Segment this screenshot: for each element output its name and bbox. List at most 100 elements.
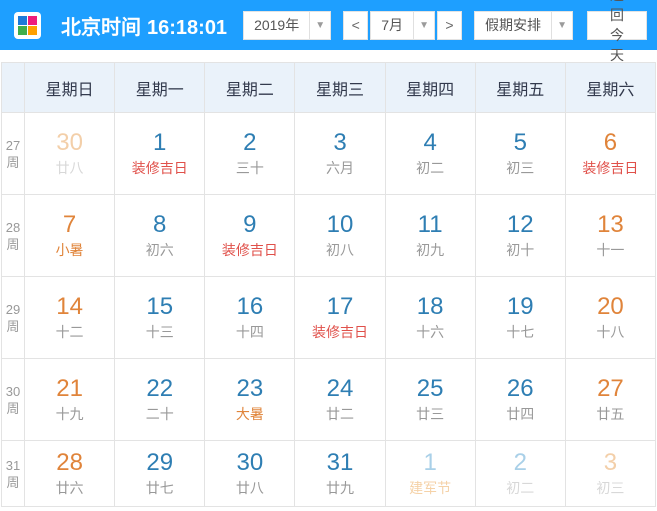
day-subtext: 十二 [55,324,84,340]
day-subtext: 初十 [506,242,535,258]
day-cell[interactable]: 25 廿三 [384,358,476,441]
holiday-select[interactable]: 假期安排 ▼ [474,10,574,40]
calendar-container: 星期日 星期一 星期二 星期三 星期四 星期五 星期六 27 周 30 廿八 1 装修吉日 2 三十 3 六月… [1,62,657,507]
weekday-header: 星期日 [23,62,116,113]
day-cell[interactable]: 6 装修吉日 [564,112,657,195]
day-number: 1 [153,129,167,156]
day-number: 27 [597,375,624,402]
day-number: 10 [326,211,354,238]
day-cell[interactable]: 8 初六 [114,194,206,277]
day-cell[interactable]: 4 初二 [384,112,476,195]
week-number: 31 周 [1,440,25,507]
weekday-header-row: 星期日 星期一 星期二 星期三 星期四 星期五 星期六 [1,62,657,113]
year-select[interactable]: 2019年 ▼ [243,10,332,40]
beijing-time: 北京时间 16:18:01 [61,11,227,40]
day-cell[interactable]: 30 廿八 [23,112,116,195]
day-subtext: 廿七 [145,480,174,496]
day-number: 12 [506,211,534,238]
day-number: 20 [597,293,624,320]
prev-month-button[interactable]: < [343,10,369,40]
day-subtext: 二十 [145,406,174,422]
clock-time: 16:18:01 [147,16,228,39]
day-number: 14 [56,293,83,320]
day-cell[interactable]: 20 十八 [564,276,657,359]
logo-square-blue [18,15,27,25]
day-subtext: 初六 [145,242,174,258]
month-select[interactable]: 7月 ▼ [370,10,436,40]
logo-square-green [18,25,27,35]
day-cell[interactable]: 30 廿八 [204,440,296,507]
day-number: 19 [506,293,534,320]
day-cell[interactable]: 9 装修吉日 [204,194,296,277]
day-number: 5 [513,129,527,156]
day-number: 26 [506,375,534,402]
day-cell[interactable]: 10 初八 [294,194,386,277]
day-cell[interactable]: 1 装修吉日 [114,112,206,195]
day-cell[interactable]: 26 廿四 [474,358,566,441]
day-cell[interactable]: 31 廿九 [294,440,386,507]
next-month-button[interactable]: > [437,10,463,40]
calendar-week-row: 31 周 28 廿六 29 廿七 30 廿八 31 廿九 1 建军节 2 初二 3 初三 [1,440,657,507]
day-cell[interactable]: 16 十四 [204,276,296,359]
day-subtext: 初三 [506,160,535,176]
day-cell[interactable]: 5 初三 [474,112,566,195]
day-cell[interactable]: 15 十三 [114,276,206,359]
day-subtext: 六月 [325,160,354,176]
day-subtext: 廿八 [235,480,264,496]
logo-square-pink [28,15,37,25]
day-cell[interactable]: 3 初三 [564,440,657,507]
day-subtext: 装修吉日 [131,160,188,176]
day-cell[interactable]: 14 十二 [23,276,116,359]
day-cell[interactable]: 13 十一 [564,194,657,277]
day-cell[interactable]: 7 小暑 [23,194,116,277]
week-number: 28 周 [1,194,25,277]
day-cell[interactable]: 28 廿六 [23,440,116,507]
day-cell[interactable]: 23 大暑 [204,358,296,441]
day-subtext: 初二 [416,160,445,176]
chevron-down-icon: ▼ [551,11,572,39]
calendar-week-row: 30 周 21 十九 22 二十 23 大暑 24 廿二 25 廿三 26 廿四 27 廿五 [1,358,657,441]
day-subtext: 廿四 [506,406,535,422]
day-subtext: 初九 [416,242,445,258]
day-subtext: 廿二 [325,406,354,422]
day-subtext: 廿九 [325,480,354,496]
back-to-today-button[interactable]: 返回今天 [587,0,647,63]
day-cell[interactable]: 12 初十 [474,194,566,277]
day-number: 28 [56,449,83,476]
day-cell[interactable]: 1 建军节 [384,440,476,507]
day-cell[interactable]: 24 廿二 [294,358,386,441]
day-subtext: 廿八 [55,160,84,176]
topbar: 北京时间 16:18:01 2019年 ▼ < 7月 ▼ > 假期安排 ▼ 返回今… [0,0,657,63]
day-number: 22 [146,375,174,402]
day-number: 18 [416,293,444,320]
day-cell[interactable]: 29 廿七 [114,440,206,507]
day-cell[interactable]: 18 十六 [384,276,476,359]
calendar-week-row: 27 周 30 廿八 1 装修吉日 2 三十 3 六月 4 初二 5 初三 6 装修吉日 [1,112,657,195]
day-cell[interactable]: 17 装修吉日 [294,276,386,359]
year-select-value: 2019年 [254,17,300,33]
day-number: 24 [326,375,354,402]
day-number: 9 [243,211,257,238]
day-cell[interactable]: 3 六月 [294,112,386,195]
day-cell[interactable]: 22 二十 [114,358,206,441]
day-cell[interactable]: 2 初二 [474,440,566,507]
day-subtext: 十一 [596,242,625,258]
chevron-down-icon: ▼ [413,11,434,39]
day-subtext: 廿五 [596,406,625,422]
day-number: 29 [146,449,174,476]
day-cell[interactable]: 27 廿五 [564,358,657,441]
day-cell[interactable]: 21 十九 [23,358,116,441]
day-cell[interactable]: 2 三十 [204,112,296,195]
day-number: 16 [236,293,264,320]
week-column-corner [1,62,25,113]
logo-square-orange [28,25,37,35]
day-subtext: 初八 [325,242,354,258]
day-subtext: 小暑 [55,242,84,258]
day-number: 4 [423,129,437,156]
day-number: 23 [236,375,264,402]
calendar-week-row: 29 周 14 十二 15 十三 16 十四 17 装修吉日 18 十六 19 十七 20 十八 [1,276,657,359]
day-cell[interactable]: 11 初九 [384,194,476,277]
day-cell[interactable]: 19 十七 [474,276,566,359]
day-number: 13 [597,211,624,238]
weekday-header: 星期六 [564,62,657,113]
